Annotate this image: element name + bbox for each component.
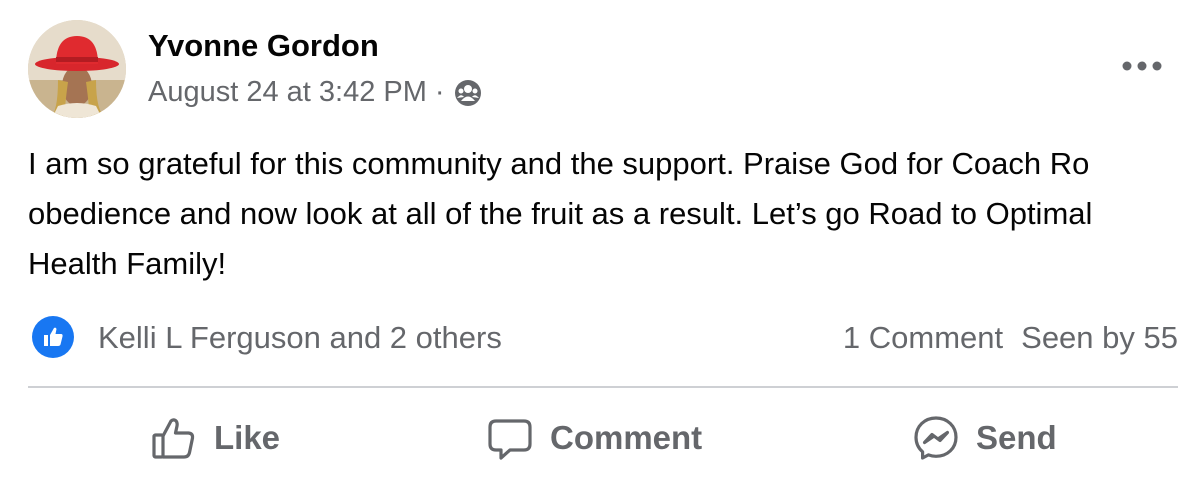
author-name[interactable]: Yvonne Gordon xyxy=(148,28,379,64)
post-timestamp[interactable]: August 24 at 3:42 PM xyxy=(148,76,427,109)
thumbs-up-icon xyxy=(150,414,198,462)
messenger-icon xyxy=(912,414,960,462)
profile-photo-icon xyxy=(28,20,126,118)
seen-by-link[interactable]: Seen by 55 xyxy=(1021,320,1178,355)
post-card: Yvonne Gordon August 24 at 3:42 PM · I a… xyxy=(0,0,1200,477)
meta-separator: · xyxy=(434,76,445,108)
send-button[interactable]: Send xyxy=(912,410,1057,466)
actions-divider xyxy=(28,386,1178,388)
like-reaction-icon[interactable] xyxy=(32,316,74,358)
stats-right: 1 Comment Seen by 55 xyxy=(843,320,1178,356)
comment-count-link[interactable]: 1 Comment xyxy=(843,320,1003,355)
post-meta: August 24 at 3:42 PM · xyxy=(148,76,483,109)
group-audience-icon[interactable] xyxy=(453,78,483,108)
post-actions: Like Comment Send xyxy=(0,400,1200,477)
like-button[interactable]: Like xyxy=(150,410,280,466)
post-header: Yvonne Gordon August 24 at 3:42 PM · xyxy=(28,20,1178,120)
post-text: I am so grateful for this community and … xyxy=(28,146,1093,281)
ellipsis-icon xyxy=(1122,61,1162,71)
like-label: Like xyxy=(214,419,281,456)
speech-bubble-icon xyxy=(486,414,534,462)
avatar[interactable] xyxy=(28,20,126,118)
comment-button[interactable]: Comment xyxy=(486,410,702,466)
post-stats: Kelli L Ferguson and 2 others 1 Comment S… xyxy=(28,312,1178,362)
send-label: Send xyxy=(976,419,1057,456)
comment-label: Comment xyxy=(550,419,703,456)
reactors-link[interactable]: Kelli L Ferguson and 2 others xyxy=(98,320,502,356)
more-options-button[interactable] xyxy=(1116,48,1168,84)
